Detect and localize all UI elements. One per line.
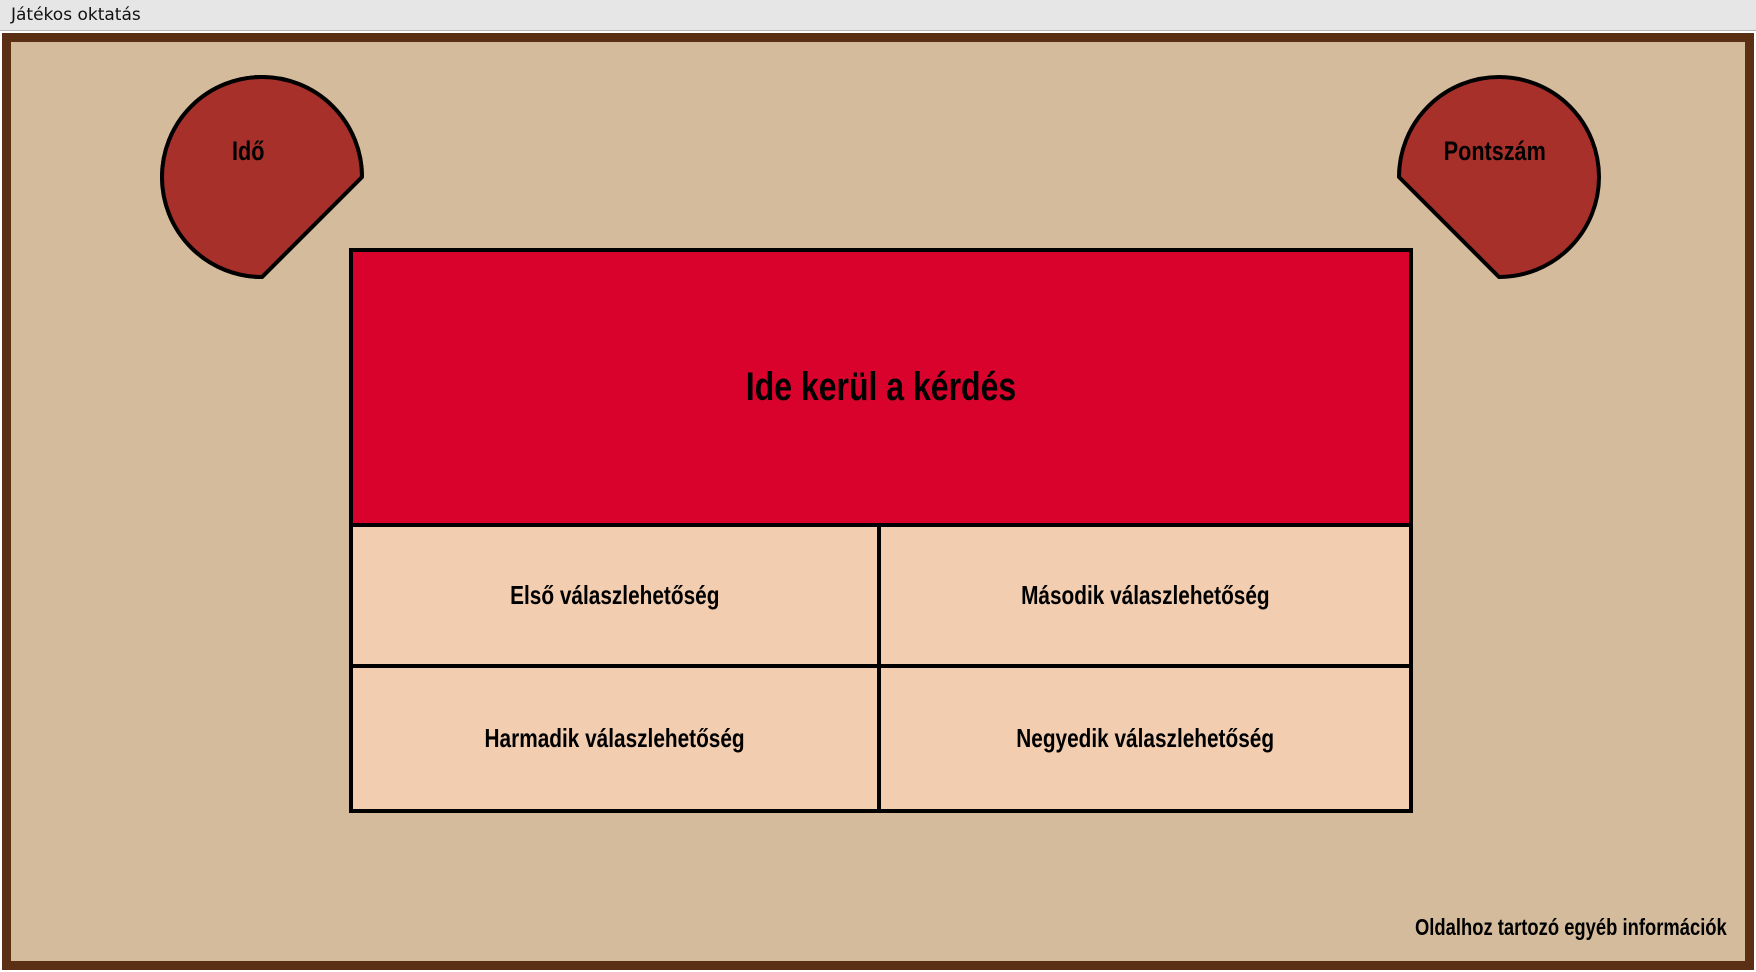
score-gauge: Pontszám xyxy=(1395,72,1605,282)
answer-option-4[interactable]: Negyedik válaszlehetőség xyxy=(881,668,1409,809)
title-bar[interactable]: Játékos oktatás xyxy=(0,0,1756,31)
answer-option-2-label: Második válaszlehetőség xyxy=(1020,580,1270,610)
score-gauge-shape xyxy=(1397,75,1601,279)
answer-option-2[interactable]: Második válaszlehetőség xyxy=(881,527,1409,668)
time-label: Idő xyxy=(232,136,265,166)
game-stage: Idő Pontszám Ide kerül a kérdés Első vál… xyxy=(2,33,1754,970)
answer-option-3[interactable]: Harmadik válaszlehetőség xyxy=(353,668,881,809)
answer-option-1-label: Első válaszlehetőség xyxy=(510,580,720,610)
answer-option-4-label: Negyedik válaszlehetőség xyxy=(1016,723,1274,753)
time-gauge-shape xyxy=(160,75,364,280)
window-title: Játékos oktatás xyxy=(11,5,141,25)
page-info-text: Oldalhoz tartozó egyéb információk xyxy=(1415,914,1727,940)
score-label: Pontszám xyxy=(1443,136,1546,166)
quiz-board: Ide kerül a kérdés Első válaszlehetőség … xyxy=(349,248,1413,813)
answer-option-3-label: Harmadik válaszlehetőség xyxy=(484,723,746,753)
question-text: Ide kerül a kérdés xyxy=(745,365,1017,409)
time-gauge: Idő xyxy=(158,72,368,282)
app-window: Játékos oktatás Idő Pontszám Ide kerül a… xyxy=(0,0,1756,972)
answer-option-1[interactable]: Első válaszlehetőség xyxy=(353,527,881,668)
question-panel: Ide kerül a kérdés xyxy=(353,252,1409,527)
